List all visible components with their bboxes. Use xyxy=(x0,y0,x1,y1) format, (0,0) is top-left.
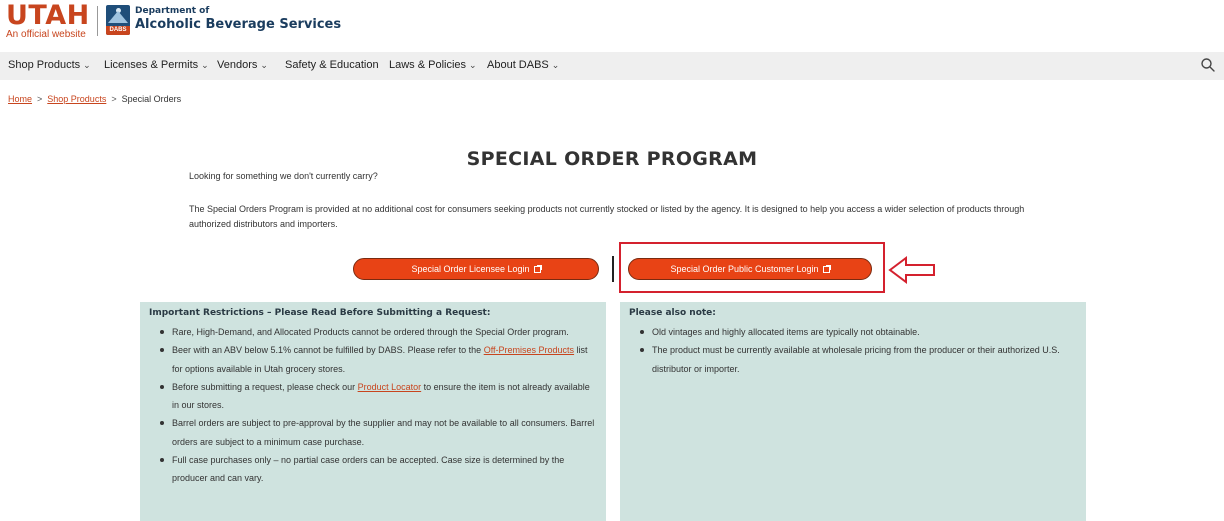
list-item: Before submitting a request, please chec… xyxy=(158,378,598,415)
nav-item-laws-policies[interactable]: Laws & Policies ⌄ xyxy=(389,59,477,71)
highlight-box xyxy=(619,242,885,293)
list-item: Beer with an ABV below 5.1% cannot be fu… xyxy=(158,341,598,378)
off-premises-products-link[interactable]: Off-Premises Products xyxy=(484,345,574,355)
nav-item-label: Safety & Education xyxy=(285,59,379,71)
utah-logo-text: UTAH xyxy=(6,0,90,31)
site-header: UTAH An official website DABS Department… xyxy=(0,0,1224,42)
product-locator-link[interactable]: Product Locator xyxy=(358,382,422,392)
department-line-1: Department of xyxy=(135,6,210,16)
department-name[interactable]: Department of Alcoholic Beverage Service… xyxy=(135,6,341,33)
breadcrumb: Home > Shop Products > Special Orders xyxy=(8,94,181,104)
dabs-logo-mountain xyxy=(108,11,128,23)
main-navigation: Shop Products ⌄ Licenses & Permits ⌄ Vendo… xyxy=(0,52,1224,80)
list-item-text: Full case purchases only – no partial ca… xyxy=(172,455,565,484)
nav-item-label: Vendors xyxy=(217,59,258,71)
chevron-down-icon: ⌄ xyxy=(551,60,560,70)
list-item-text: Before submitting a request, please chec… xyxy=(172,381,358,392)
list-item-text: The product must be currently available … xyxy=(652,345,1060,374)
list-item-text: Rare, High-Demand, and Allocated Product… xyxy=(172,327,569,337)
notes-heading: Please also note: xyxy=(629,308,716,318)
chevron-right-icon: > xyxy=(111,94,117,104)
list-item-text: Barrel orders are subject to pre-approva… xyxy=(172,418,595,447)
intro-text: The Special Orders Program is provided a… xyxy=(189,204,1025,229)
button-divider xyxy=(612,256,614,282)
department-line-2: Alcoholic Beverage Services xyxy=(135,17,342,32)
breadcrumb-home-link[interactable]: Home xyxy=(8,94,32,104)
nav-item-label: Shop Products xyxy=(8,59,81,71)
external-link-icon xyxy=(533,265,542,273)
nav-item-shop-products[interactable]: Shop Products ⌄ xyxy=(8,59,91,71)
chevron-down-icon: ⌄ xyxy=(83,60,91,70)
list-item: Full case purchases only – no partial ca… xyxy=(158,451,598,488)
restrictions-list: Rare, High-Demand, and Allocated Product… xyxy=(158,323,598,488)
list-item: The product must be currently available … xyxy=(638,341,1078,378)
nav-item-label: About DABS xyxy=(487,59,549,71)
list-item-text: Old vintages and highly allocated items … xyxy=(652,327,920,337)
list-item: Old vintages and highly allocated items … xyxy=(638,323,1078,341)
left-arrow-icon xyxy=(888,256,935,284)
nav-item-label: Licenses & Permits xyxy=(104,59,199,71)
notes-panel: Please also note: Old vintages and highl… xyxy=(620,302,1086,521)
logo-divider xyxy=(97,6,98,36)
restrictions-panel: Important Restrictions – Please Read Bef… xyxy=(140,302,606,521)
list-item: Rare, High-Demand, and Allocated Product… xyxy=(158,323,598,341)
breadcrumb-shop-products-link[interactable]: Shop Products xyxy=(47,94,106,104)
restrictions-heading: Important Restrictions – Please Read Bef… xyxy=(149,308,491,318)
chevron-down-icon: ⌄ xyxy=(469,60,477,70)
nav-item-vendors[interactable]: Vendors ⌄ xyxy=(217,59,268,71)
utah-logo-subtitle: An official website xyxy=(6,29,86,40)
page-title: SPECIAL ORDER PROGRAM xyxy=(466,148,758,170)
list-item-text: Beer with an ABV below 5.1% cannot be fu… xyxy=(172,345,484,356)
chevron-right-icon: > xyxy=(37,94,43,104)
chevron-down-icon: ⌄ xyxy=(201,60,209,70)
notes-list: Old vintages and highly allocated items … xyxy=(638,323,1078,378)
dabs-badge-text: DABS xyxy=(106,26,130,35)
nav-item-about-dabs[interactable]: About DABS ⌄ xyxy=(487,59,559,71)
licensee-login-button[interactable]: Special Order Licensee Login xyxy=(353,258,599,280)
utah-official-logo[interactable]: UTAH An official website xyxy=(6,2,90,41)
breadcrumb-current: Special Orders xyxy=(121,94,182,104)
dabs-logo-icon[interactable]: DABS xyxy=(106,5,130,35)
licensee-login-label: Special Order Licensee Login xyxy=(411,264,530,274)
chevron-down-icon: ⌄ xyxy=(260,60,268,70)
search-icon[interactable] xyxy=(1200,57,1216,73)
lead-text: Looking for something we don't currently… xyxy=(189,171,378,181)
nav-item-safety-education[interactable]: Safety & Education xyxy=(285,59,379,71)
list-item: Barrel orders are subject to pre-approva… xyxy=(158,414,598,451)
nav-item-licenses-permits[interactable]: Licenses & Permits ⌄ xyxy=(104,59,209,71)
nav-item-label: Laws & Policies xyxy=(389,59,467,71)
